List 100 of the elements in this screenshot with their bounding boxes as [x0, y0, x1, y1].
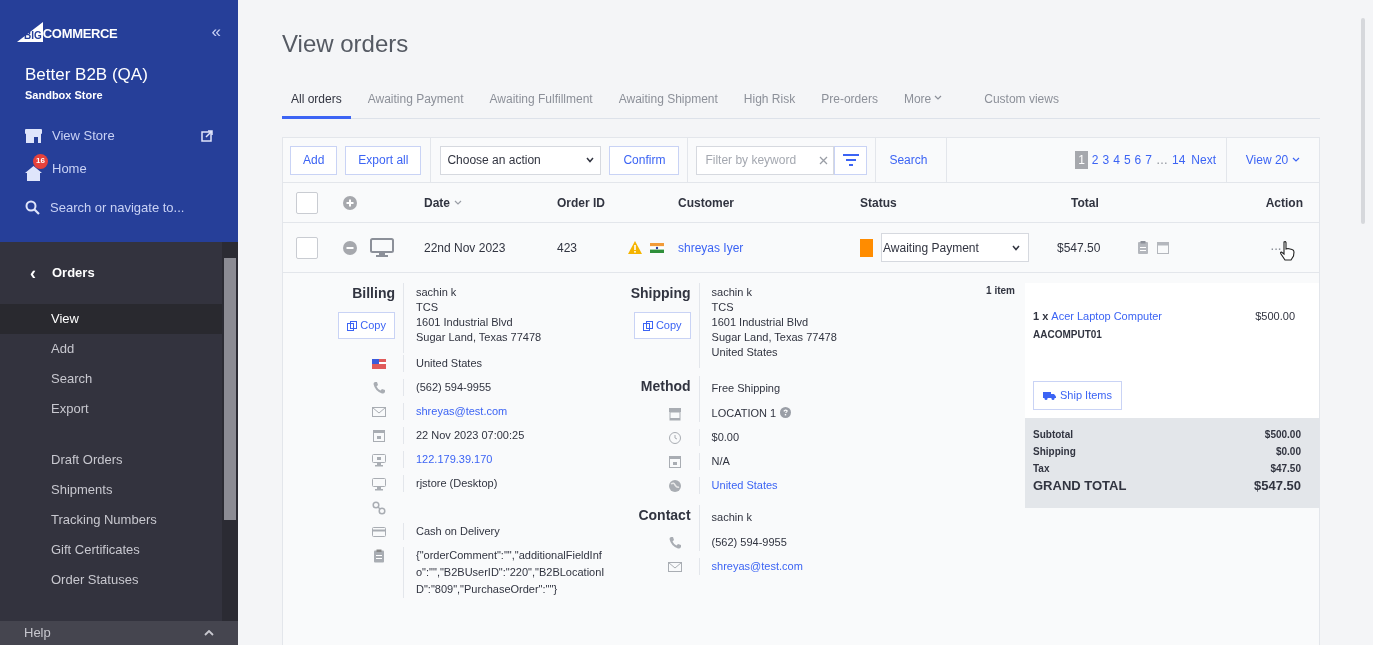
address-text: sachin k TCS 1601 Industrial Blvd Sugar Land, Texas 77478 United States: [711, 285, 838, 360]
table-cell: $547.50: [1057, 240, 1101, 255]
search-button[interactable]: Search: [876, 138, 948, 182]
page-link[interactable]: 2: [1091, 151, 1099, 169]
section-heading: Contact: [638, 506, 691, 525]
page-link[interactable]: 6: [1134, 151, 1142, 169]
page-link[interactable]: 4: [1113, 151, 1120, 169]
filter-button[interactable]: [834, 145, 868, 175]
back-button[interactable]: ‹: [30, 264, 36, 282]
page-link[interactable]: 3: [1102, 151, 1110, 169]
detail-text: Cash on Delivery: [416, 525, 500, 537]
customer-link[interactable]: shreyas Iyer: [678, 238, 744, 257]
tab[interactable]: Awaiting Fulfillment: [480, 90, 602, 119]
column-header: Total: [1071, 195, 1099, 210]
store-type: Sandbox Store: [25, 88, 104, 103]
page-title: View orders: [282, 29, 410, 59]
calendar-icon: [667, 455, 682, 469]
sidebar-link[interactable]: 16 Home: [25, 153, 213, 184]
next-link[interactable]: Next: [1191, 151, 1216, 169]
checkbox[interactable]: [296, 236, 318, 259]
monitor-icon: [372, 453, 386, 467]
sidebar-item[interactable]: Draft Orders: [0, 445, 222, 475]
tab[interactable]: Custom views: [975, 90, 1068, 119]
help-bar[interactable]: Help: [0, 621, 238, 645]
total-value: $500.00: [1264, 428, 1301, 442]
ship-items-button[interactable]: Ship Items: [1033, 381, 1122, 410]
credit-card-icon: [372, 525, 386, 539]
caret-icon: [1292, 157, 1301, 163]
sidebar-item[interactable]: Export: [0, 394, 222, 424]
flag-icon: [372, 357, 386, 371]
detail-text: $0.00: [711, 431, 740, 443]
sidebar-item[interactable]: Order Statuses: [0, 565, 222, 595]
table-cell: 423: [557, 240, 578, 255]
detail-link[interactable]: 122.179.39.170: [416, 453, 493, 465]
detail-link[interactable]: shreyas@test.com: [416, 405, 508, 417]
sort-caret-icon: [454, 199, 462, 206]
collapse-button[interactable]: «: [211, 22, 221, 40]
detail-link[interactable]: shreyas@test.com: [711, 560, 803, 572]
column-header: Customer: [678, 195, 734, 210]
warning-icon: [628, 241, 642, 254]
truck-icon: [1043, 391, 1056, 400]
copy-button[interactable]: Copy: [338, 312, 395, 339]
pointer-cursor-icon: [1279, 240, 1295, 261]
tab[interactable]: Pre-orders: [812, 90, 887, 119]
detail-link[interactable]: United States: [711, 479, 778, 491]
view-count-dropdown[interactable]: View 20: [1227, 138, 1319, 182]
action-select[interactable]: Choose an action: [440, 145, 602, 175]
sidebar-item[interactable]: Search: [0, 364, 222, 394]
chevron-up-icon: [204, 630, 214, 636]
section-title: Orders: [52, 264, 95, 283]
tab[interactable]: Awaiting Shipment: [609, 90, 727, 119]
sidebar-link[interactable]: Search or navigate to...: [25, 195, 213, 220]
confirm-button[interactable]: Confirm: [609, 145, 680, 175]
sidebar-item[interactable]: Shipments: [0, 475, 222, 505]
page-link[interactable]: 14: [1171, 151, 1186, 169]
sidebar-item[interactable]: Gift Certificates: [0, 535, 222, 565]
sidebar-item[interactable]: Add: [0, 334, 222, 364]
caret-icon: [586, 157, 595, 163]
checkbox[interactable]: [296, 191, 318, 214]
calendar-icon: [1157, 241, 1169, 254]
toolbar-button[interactable]: Add: [290, 145, 338, 175]
item-count: 1 item: [986, 284, 1015, 298]
clock-icon: [667, 431, 682, 445]
column-header: Date: [424, 194, 450, 212]
caret-icon: [1012, 244, 1020, 251]
house-icon: [25, 165, 42, 181]
phone-icon: [667, 536, 682, 550]
sidebar-link[interactable]: View Store: [25, 123, 213, 148]
collapse-row-icon[interactable]: [343, 240, 357, 255]
detail-text: rjstore (Desktop): [416, 477, 498, 489]
section-heading: Shipping: [630, 284, 691, 303]
page-link[interactable]: 5: [1123, 151, 1131, 169]
tab[interactable]: Awaiting Payment: [358, 90, 473, 119]
price-text: $500.00: [1255, 310, 1295, 322]
total-value: $47.50: [1270, 462, 1301, 476]
detail-text: LOCATION 1: [711, 407, 777, 419]
tab[interactable]: More: [894, 90, 952, 119]
sidebar-item[interactable]: View: [0, 304, 222, 334]
page-link[interactable]: 7: [1145, 151, 1152, 169]
sidebar-item[interactable]: Tracking Numbers: [0, 505, 222, 535]
filter-icon: [842, 154, 859, 166]
desktop-icon: [370, 237, 394, 258]
store-name: Better B2B (QA): [25, 64, 149, 86]
search-icon: [25, 200, 40, 215]
page-link[interactable]: …: [1155, 151, 1168, 169]
total-label: Shipping: [1033, 445, 1076, 459]
storefront-icon: [667, 407, 682, 421]
tab[interactable]: All orders: [282, 90, 351, 119]
column-header: Order ID: [557, 195, 605, 210]
toolbar-button[interactable]: Export all: [345, 145, 422, 175]
column-header: Status: [860, 195, 897, 210]
filter-field[interactable]: Filter by keyword: [696, 145, 835, 175]
detail-text: sachin k: [711, 510, 753, 525]
section-heading: Billing: [352, 284, 395, 303]
product-link[interactable]: Acer Laptop Computer: [1051, 308, 1162, 325]
address-text: sachin k TCS 1601 Industrial Blvd Sugar Land, Texas 77478: [416, 285, 543, 345]
copy-button[interactable]: Copy: [633, 312, 691, 339]
more-actions-button[interactable]: ···: [1270, 240, 1281, 255]
status-select[interactable]: Awaiting Payment: [881, 233, 1029, 262]
tab[interactable]: High Risk: [734, 90, 805, 119]
